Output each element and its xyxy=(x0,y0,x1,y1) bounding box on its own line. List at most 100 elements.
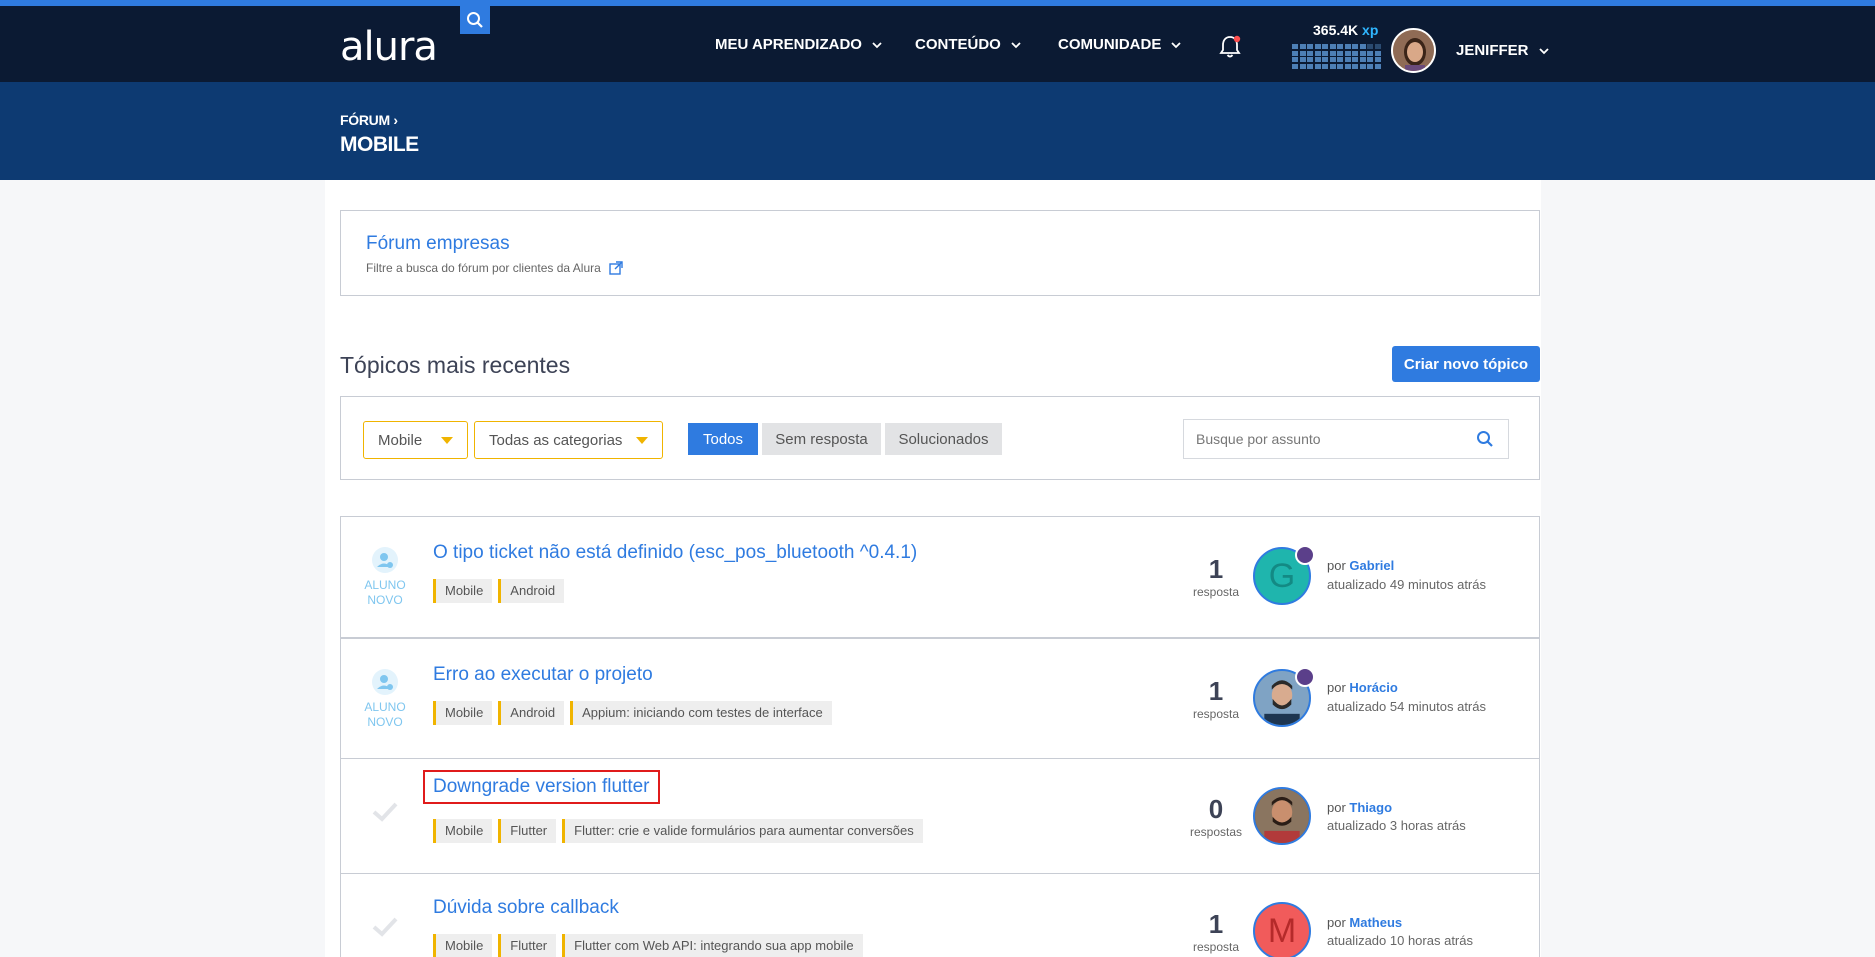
topic-row[interactable]: ALUNO NOVO O tipo ticket não está defini… xyxy=(340,516,1540,638)
checkmark-icon xyxy=(372,802,398,822)
xp-cell xyxy=(1299,63,1306,69)
checkmark-icon xyxy=(372,917,398,937)
tag[interactable]: Flutter: crie e valide formulários para … xyxy=(562,819,923,843)
xp-cell xyxy=(1292,63,1298,69)
xp-cell xyxy=(1299,44,1306,49)
xp-cell xyxy=(1314,57,1321,62)
external-link-icon[interactable] xyxy=(609,261,623,275)
reply-count: 0 respostas xyxy=(1171,795,1261,839)
topic-row[interactable]: Downgrade version flutter Mobile Flutter… xyxy=(340,758,1540,875)
forum-empresas-desc: Filtre a busca do fórum por clientes da … xyxy=(366,261,601,275)
topic-tags: Mobile Flutter Flutter com Web API: inte… xyxy=(433,934,863,957)
topic-row[interactable]: ALUNO NOVO Erro ao executar o projeto Mo… xyxy=(340,638,1540,760)
tag[interactable]: Appium: iniciando com testes de interfac… xyxy=(570,701,832,725)
by-prefix: por xyxy=(1327,915,1346,930)
author-link[interactable]: Gabriel xyxy=(1349,558,1394,573)
tag[interactable]: Android xyxy=(498,701,565,725)
reply-count: 1 resposta xyxy=(1171,910,1261,954)
xp-cell xyxy=(1322,57,1328,62)
xp-cell xyxy=(1329,50,1336,56)
filter-solucionados[interactable]: Solucionados xyxy=(885,423,1002,455)
xp-cell xyxy=(1367,50,1373,56)
user-menu[interactable]: JENIFFER xyxy=(1456,42,1549,59)
author-line: por Thiago xyxy=(1327,800,1392,815)
forum-header xyxy=(0,82,1875,180)
topic-title-link[interactable]: O tipo ticket não está definido (esc_pos… xyxy=(433,542,917,564)
xp-cell xyxy=(1344,57,1351,62)
search-button[interactable] xyxy=(460,6,490,34)
tag[interactable]: Android xyxy=(498,579,565,603)
category-select-value: Todas as categorias xyxy=(489,431,623,449)
topic-tags: Mobile Android xyxy=(433,579,565,603)
xp-cell xyxy=(1322,63,1328,69)
tag[interactable]: Mobile xyxy=(433,819,493,843)
author-avatar[interactable]: M xyxy=(1253,902,1311,957)
caret-down-icon xyxy=(636,437,648,444)
xp-unit: xp xyxy=(1362,22,1379,38)
author-line: por Matheus xyxy=(1327,915,1402,930)
forum-empresas-card: Fórum empresas Filtre a busca do fórum p… xyxy=(340,210,1540,296)
updated-time: atualizado 10 horas atrás xyxy=(1327,933,1473,948)
xp-cell xyxy=(1344,44,1351,49)
tag[interactable]: Mobile xyxy=(433,934,493,957)
user-avatar[interactable] xyxy=(1391,28,1436,73)
author-link[interactable]: Thiago xyxy=(1349,800,1392,815)
xp-cell xyxy=(1374,63,1381,69)
create-topic-button[interactable]: Criar novo tópico xyxy=(1392,346,1540,382)
status-label-1: ALUNO xyxy=(364,578,406,592)
chevron-down-icon xyxy=(1011,41,1021,48)
section-title: Tópicos mais recentes xyxy=(340,352,571,378)
tag[interactable]: Flutter xyxy=(498,934,557,957)
username-label: JENIFFER xyxy=(1456,42,1529,59)
tag[interactable]: Mobile xyxy=(433,579,493,603)
topic-title-link[interactable]: Erro ao executar o projeto xyxy=(433,664,653,686)
tag[interactable]: Flutter xyxy=(498,819,557,843)
author-link[interactable]: Matheus xyxy=(1349,915,1402,930)
topic-title-link[interactable]: Downgrade version flutter xyxy=(423,770,660,804)
tag[interactable]: Mobile xyxy=(433,701,493,725)
xp-cell xyxy=(1314,44,1321,49)
nav-meu-aprendizado[interactable]: MEU APRENDIZADO xyxy=(715,36,882,53)
xp-cell xyxy=(1322,50,1328,56)
breadcrumb[interactable]: FÓRUM › xyxy=(340,112,398,128)
topic-search-input[interactable]: Busque por assunto xyxy=(1183,419,1509,459)
reply-count-label: resposta xyxy=(1192,940,1240,954)
breadcrumb-forum[interactable]: FÓRUM xyxy=(340,112,390,128)
notifications-button[interactable] xyxy=(1217,34,1243,65)
filter-todos[interactable]: Todos xyxy=(688,423,758,455)
tag[interactable]: Flutter com Web API: integrando sua app … xyxy=(562,934,863,957)
topic-tags: Mobile Android Appium: iniciando com tes… xyxy=(433,701,832,725)
avatar-letter: M xyxy=(1267,911,1297,950)
reply-count: 1 resposta xyxy=(1171,677,1261,721)
xp-cell xyxy=(1359,44,1366,49)
by-prefix: por xyxy=(1327,680,1346,695)
forum-empresas-subtitle: Filtre a busca do fórum por clientes da … xyxy=(366,261,623,275)
xp-cell xyxy=(1337,50,1343,56)
forum-empresas-link[interactable]: Fórum empresas xyxy=(366,233,510,255)
reply-count-number: 1 xyxy=(1208,676,1224,706)
chevron-down-icon xyxy=(872,41,882,48)
participant-mini-avatar xyxy=(1295,667,1315,687)
new-student-icon xyxy=(372,669,398,695)
forum-select[interactable]: Mobile xyxy=(363,421,468,459)
alura-logo[interactable]: alura xyxy=(340,24,438,70)
xp-cell xyxy=(1307,57,1313,62)
xp-cell xyxy=(1329,44,1336,49)
filter-sem-resposta[interactable]: Sem resposta xyxy=(762,423,881,455)
status-label-1: ALUNO xyxy=(364,700,406,714)
topic-title-link[interactable]: Dúvida sobre callback xyxy=(433,897,619,919)
author-avatar[interactable] xyxy=(1253,787,1311,845)
xp-cell xyxy=(1344,63,1351,69)
participant-mini-avatar xyxy=(1295,545,1315,565)
author-link[interactable]: Horácio xyxy=(1349,680,1397,695)
xp-cell xyxy=(1299,50,1306,56)
xp-cell xyxy=(1337,44,1343,49)
search-icon[interactable] xyxy=(1476,430,1494,448)
nav-comunidade[interactable]: COMUNIDADE xyxy=(1058,36,1181,53)
xp-cell xyxy=(1322,44,1328,49)
reply-count-number: 1 xyxy=(1208,554,1224,584)
reply-count-label: resposta xyxy=(1192,585,1240,599)
topic-row[interactable]: Dúvida sobre callback Mobile Flutter Flu… xyxy=(340,873,1540,957)
nav-conteudo[interactable]: CONTEÚDO xyxy=(915,36,1021,53)
category-select[interactable]: Todas as categorias xyxy=(474,421,663,459)
